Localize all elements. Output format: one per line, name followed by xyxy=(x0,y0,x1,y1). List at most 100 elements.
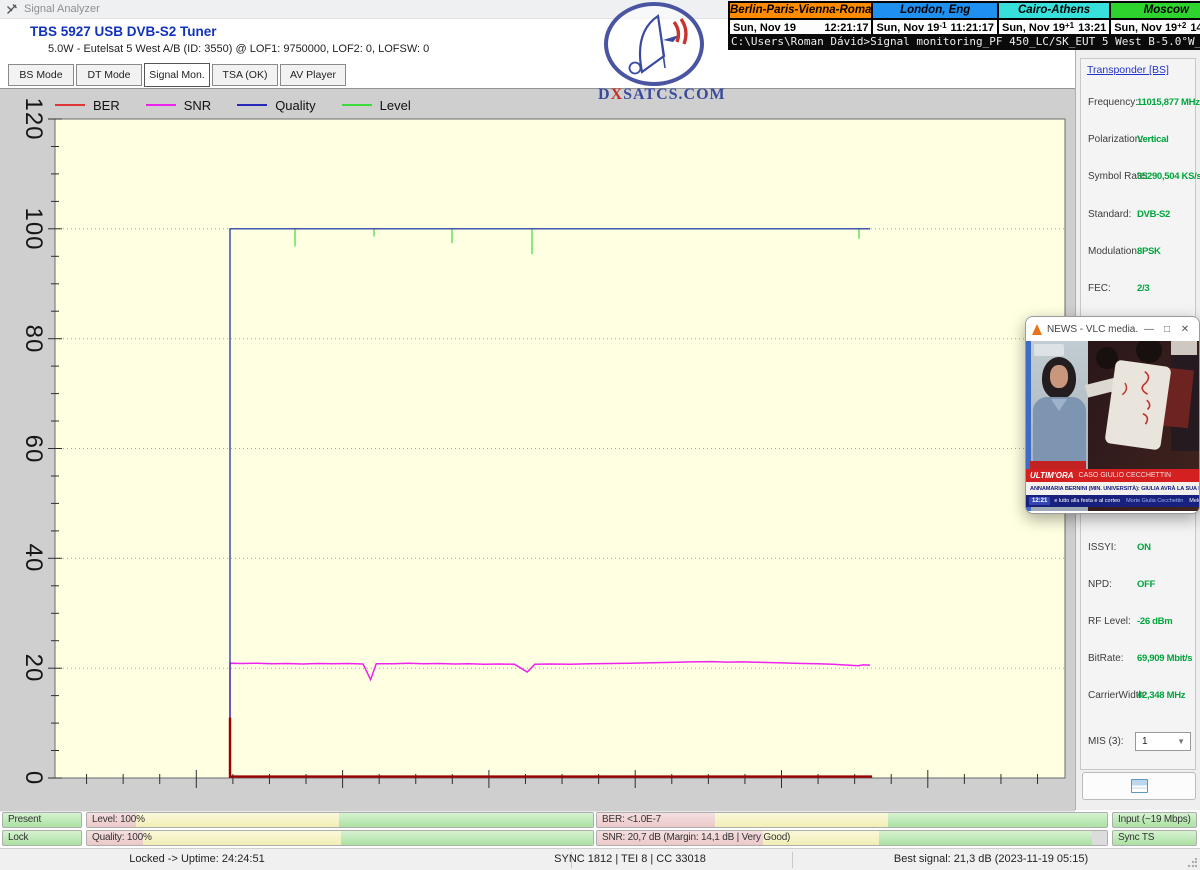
logo-d: D xyxy=(598,86,611,103)
clock-time: 11:21:17 xyxy=(951,22,994,34)
mis-selected-value: 1 xyxy=(1142,736,1148,747)
field-label-rf-level: RF Level: xyxy=(1088,616,1131,627)
clock-date: Sun, Nov 19 xyxy=(1002,22,1065,34)
clock-offset: -1 xyxy=(939,21,946,30)
quality-bar-mid xyxy=(143,831,341,845)
vlc-cone-icon xyxy=(1032,324,1042,335)
ticker-text-3: Meloni: “Subito piena luce su dramma inc… xyxy=(1189,498,1199,504)
field-label-modulation: Modulation: xyxy=(1088,246,1140,257)
tab-av-player[interactable]: AV Player xyxy=(280,64,346,86)
tab-dt-mode[interactable]: DT Mode xyxy=(76,64,142,86)
field-label-issyi: ISSYI: xyxy=(1088,542,1116,553)
field-value-carrier-width: 42,348 MHz xyxy=(1137,690,1185,701)
chart-legend: BER SNR Quality Level xyxy=(55,96,411,114)
y-axis-tick-label: 40 xyxy=(19,544,47,573)
snr-bar-remainder xyxy=(1092,831,1107,845)
satellite-dish-logo-icon xyxy=(604,2,704,86)
monitor-row-1: Present Level: 100% BER: <1.0E-7 Input (… xyxy=(0,812,1200,828)
statusbar-divider xyxy=(792,852,793,868)
legend-item-ber: BER xyxy=(55,98,120,113)
dxsatcs-logo-text: DXSATCS.COM xyxy=(598,86,710,104)
clock-time: 14:21 xyxy=(1190,22,1200,34)
level-label: Level: 100% xyxy=(92,814,145,825)
tab-tsa[interactable]: TSA (OK) xyxy=(212,64,278,86)
field-label-frequency: Frequency: xyxy=(1088,97,1138,108)
ticker-tag xyxy=(1030,461,1086,469)
signal-chart-panel: BER SNR Quality Level 020406080100120 xyxy=(0,88,1075,812)
field-value-bitrate: 69,909 Mbit/s xyxy=(1137,653,1192,664)
input-indicator: Input (~19 Mbps) xyxy=(1112,812,1197,828)
mis-label: MIS (3): xyxy=(1088,736,1124,747)
dxsatcs-logo: DXSATCS.COM xyxy=(598,2,710,104)
chevron-down-icon: ▼ xyxy=(1177,737,1185,746)
legend-label-ber: BER xyxy=(93,98,120,113)
breaking-topic: CASO GIULIO CECCHETTIN xyxy=(1079,472,1172,479)
ticker-band: 12:21 e lutto alla festa e al corteo Mor… xyxy=(1026,495,1199,507)
legend-label-quality: Quality xyxy=(275,98,315,113)
field-value-issyi: ON xyxy=(1137,542,1151,553)
field-value-rf-level: -26 dBm xyxy=(1137,616,1172,627)
broadcaster-bug xyxy=(1034,344,1064,356)
minimize-icon[interactable]: — xyxy=(1141,324,1157,335)
maximize-icon[interactable]: □ xyxy=(1159,324,1175,335)
clock-london: London, Eng Sun, Nov 19 -1 11:21:17 xyxy=(873,3,999,36)
field-value-frequency: 11015,877 MHz xyxy=(1137,97,1200,108)
lock-label: Lock xyxy=(8,832,28,843)
input-label: Input (~19 Mbps) xyxy=(1118,814,1191,825)
snr-label: SNR: 20,7 dB (Margin: 14,1 dB | Very Goo… xyxy=(602,832,790,843)
resize-grip[interactable] xyxy=(1187,858,1197,868)
ticker-time: 12:21 xyxy=(1029,497,1050,505)
legend-label-snr: SNR xyxy=(184,98,211,113)
tab-bar: BS Mode DT Mode Signal Mon. TSA (OK) AV … xyxy=(8,64,346,87)
crowd-head xyxy=(1136,341,1162,363)
signal-plot xyxy=(55,119,1065,778)
y-axis-tick-label: 20 xyxy=(19,654,47,683)
clock-berlin: Berlin-Paris-Vienna-Roma Sun, Nov 19 12:… xyxy=(730,3,873,36)
field-value-symbol-rate: 35290,504 KS/s xyxy=(1137,171,1200,182)
field-label-fec: FEC: xyxy=(1088,283,1111,294)
capture-button[interactable] xyxy=(1082,772,1196,800)
legend-label-level: Level xyxy=(380,98,411,113)
clock-date: Sun, Nov 19 xyxy=(1114,22,1177,34)
clock-time: 12:21:17 xyxy=(824,22,868,34)
field-value-npd: OFF xyxy=(1137,579,1155,590)
vlc-window[interactable]: NEWS - VLC media... — □ ✕ xyxy=(1025,316,1200,514)
device-subtitle: 5.0W - Eutelsat 5 West A/B (ID: 3550) @ … xyxy=(48,43,429,55)
app-icon xyxy=(6,3,18,15)
y-axis-tick-label: 100 xyxy=(19,207,47,250)
tab-bs-mode[interactable]: BS Mode xyxy=(8,64,74,86)
present-indicator: Present xyxy=(2,812,82,828)
mis-dropdown[interactable]: 1 ▼ xyxy=(1135,732,1191,751)
vlc-window-title: NEWS - VLC media... xyxy=(1047,324,1139,335)
field-value-polarization: Vertical xyxy=(1137,134,1168,145)
snr-bar-high xyxy=(879,831,1092,845)
field-label-standard: Standard: xyxy=(1088,209,1131,220)
clock-cairo: Cairo-Athens Sun, Nov 19 +1 13:21 xyxy=(999,3,1111,36)
legend-item-quality: Quality xyxy=(237,98,315,113)
window-title: Signal Analyzer xyxy=(24,3,100,15)
clock-offset: +1 xyxy=(1065,21,1074,30)
level-bar: Level: 100% xyxy=(86,812,594,828)
field-label-bitrate: BitRate: xyxy=(1088,653,1124,664)
legend-item-snr: SNR xyxy=(146,98,211,113)
field-value-modulation: 8PSK xyxy=(1137,246,1161,257)
snr-bar: SNR: 20,7 dB (Margin: 14,1 dB | Very Goo… xyxy=(596,830,1108,846)
y-axis-tick-label: 120 xyxy=(19,97,47,140)
uptime-status: Locked -> Uptime: 24:24:51 xyxy=(129,853,264,865)
tab-signal-mon[interactable]: Signal Mon. xyxy=(144,63,210,87)
ber-bar: BER: <1.0E-7 xyxy=(596,812,1108,828)
quality-bar: Quality: 100% xyxy=(86,830,594,846)
present-label: Present xyxy=(8,814,41,825)
logo-x: X xyxy=(611,86,624,103)
snr-line-swatch xyxy=(146,104,176,106)
clock-city-berlin: Berlin-Paris-Vienna-Roma xyxy=(730,3,871,20)
clock-time: 13:21 xyxy=(1078,22,1106,34)
headline-band: ANNAMARIA BERNINI (MIN. UNIVERSITÀ): GIU… xyxy=(1026,482,1199,495)
level-bar-high xyxy=(339,813,593,827)
clock-city-moscow: Moscow xyxy=(1111,3,1200,20)
breaking-label: ULTIM'ORA xyxy=(1030,471,1074,480)
vlc-titlebar[interactable]: NEWS - VLC media... — □ ✕ xyxy=(1026,317,1199,341)
device-title: TBS 5927 USB DVB-S2 Tuner xyxy=(30,24,217,39)
close-icon[interactable]: ✕ xyxy=(1177,324,1193,335)
field-value-fec: 2/3 xyxy=(1137,283,1149,294)
